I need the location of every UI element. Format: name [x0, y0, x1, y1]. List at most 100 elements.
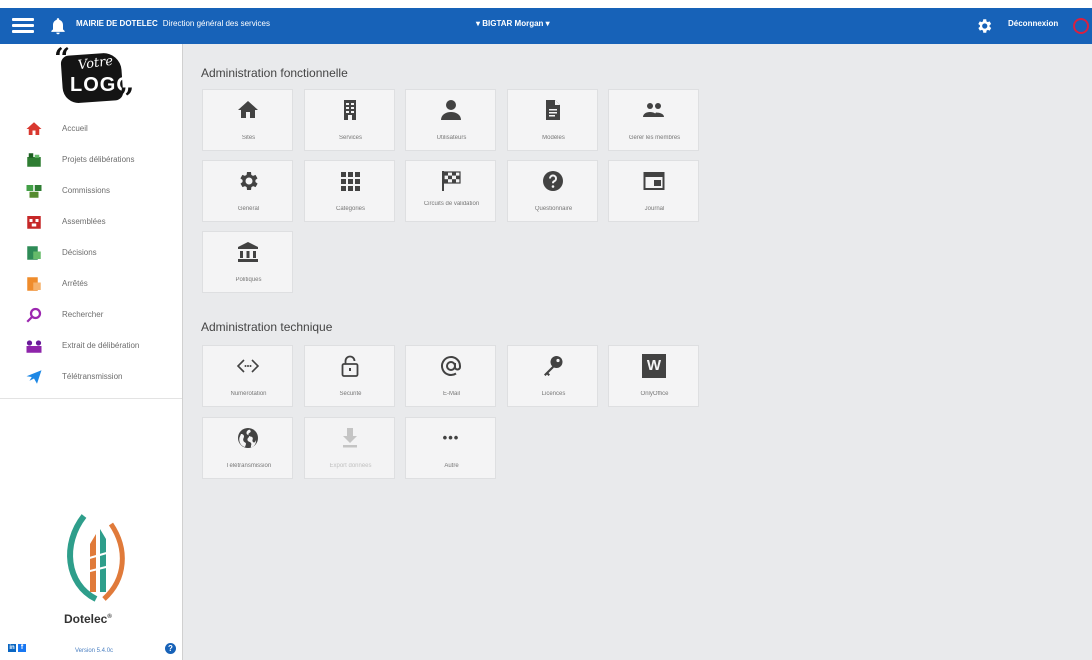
paper-plane-icon [26, 370, 42, 384]
user-icon [441, 100, 461, 120]
checkered-flag-icon [442, 171, 461, 191]
sidebar-item-label: Arrêtés [62, 279, 88, 288]
tile-label: Sites [241, 135, 256, 141]
organization-label: MAIRIE DE DOTELEC Direction général des s… [76, 19, 270, 28]
home-icon [26, 122, 42, 135]
tile-label: Sécurité [339, 391, 362, 397]
gear-icon [240, 172, 258, 190]
tile-label: Utilisateurs [436, 135, 467, 141]
sidebar-item-projets[interactable]: Projets délibérations [0, 145, 182, 176]
version-label: Version 5.4.0c [75, 648, 114, 654]
tile-export-donnees: Export données [304, 417, 395, 479]
sidebar-item-teletransmission[interactable]: Télétransmission [0, 362, 182, 393]
grid-icon [341, 172, 360, 191]
tile-utilisateurs[interactable]: Utilisateurs [405, 89, 496, 151]
tile-autre[interactable]: ••• Autre [405, 417, 496, 479]
sidebar-item-commissions[interactable]: Commissions [0, 176, 182, 207]
organization-name: MAIRIE DE DOTELEC [76, 19, 158, 28]
tile-modeles[interactable]: Modèles [507, 89, 598, 151]
customer-logo: “ Votre LOGO ” [54, 42, 134, 115]
sidebar-item-accueil[interactable]: Accueil [0, 114, 182, 145]
document-icon [546, 100, 560, 120]
power-icon[interactable] [1073, 18, 1089, 34]
tile-label: Numérotation [230, 391, 267, 397]
tile-label: Général [237, 206, 260, 212]
tile-label: Modèles [542, 135, 565, 141]
tile-label: Autre [444, 463, 459, 469]
tile-label: Gérer les membres [628, 135, 681, 141]
help-icon[interactable]: ? [165, 643, 176, 654]
hamburger-menu-icon[interactable] [12, 15, 34, 37]
tile-questionnaire[interactable]: Questionnaire [507, 160, 598, 222]
at-icon [441, 356, 461, 376]
decisions-icon [27, 246, 41, 260]
user-dropdown[interactable]: ▾ BIGTAR Morgan ▾ [476, 19, 550, 28]
sidebar-item-label: Accueil [62, 124, 88, 133]
tile-teletransmission[interactable]: Télétransmission [202, 417, 293, 479]
dotelec-emblem-icon [67, 514, 125, 602]
settings-gear-icon[interactable] [975, 17, 993, 35]
tile-label: Journal [644, 206, 665, 212]
sidebar-item-label: Projets délibérations [62, 155, 135, 164]
facebook-icon[interactable]: f [18, 644, 26, 652]
logout-link[interactable]: Déconnexion [1008, 19, 1058, 28]
section-title-technical: Administration technique [201, 320, 333, 334]
service-name: Direction général des services [162, 19, 270, 28]
tile-onlyoffice[interactable]: W OnlyOffice [608, 345, 699, 407]
extract-icon [26, 340, 42, 353]
orders-icon [27, 277, 41, 291]
tile-label: Questionnaire [534, 206, 573, 212]
sidebar-item-label: Commissions [62, 186, 111, 195]
tile-label: Services [338, 135, 362, 141]
tile-services[interactable]: Services [304, 89, 395, 151]
tile-label: Circuits de validation [423, 201, 480, 207]
tile-licences[interactable]: Licences [507, 345, 598, 407]
tile-journal[interactable]: Journal [608, 160, 699, 222]
building-icon [344, 100, 356, 120]
linkedin-icon[interactable]: in [8, 644, 16, 652]
tile-label: Licences [541, 391, 566, 397]
sidebar-item-arretes[interactable]: Arrêtés [0, 269, 182, 300]
code-icon [236, 359, 260, 373]
download-icon [343, 428, 357, 448]
registered-mark: ® [107, 614, 112, 620]
sidebar-item-extrait[interactable]: Extrait de délibération [0, 331, 182, 362]
tile-numerotation[interactable]: Numérotation [202, 345, 293, 407]
search-icon [26, 307, 42, 323]
word-icon: W [642, 354, 666, 378]
bell-icon[interactable] [48, 16, 68, 36]
tile-categories[interactable]: Catégories [304, 160, 395, 222]
commissions-icon [26, 185, 42, 198]
tile-securite[interactable]: Sécurité [304, 345, 395, 407]
tile-email[interactable]: E-Mail [405, 345, 496, 407]
section-title-functional: Administration fonctionnelle [201, 66, 348, 80]
assemblies-icon [27, 216, 41, 229]
sidebar-item-rechercher[interactable]: Rechercher [0, 300, 182, 331]
top-bar: MAIRIE DE DOTELEC Direction général des s… [0, 8, 1092, 44]
sidebar-item-assemblees[interactable]: Assemblées [0, 207, 182, 238]
dotelec-brand-logo: Dotelec® [56, 504, 136, 634]
tile-label: Catégories [335, 206, 365, 212]
sidebar-item-label: Rechercher [62, 310, 104, 319]
sidebar-divider [0, 398, 182, 399]
top-stripe [0, 0, 1092, 8]
tile-label: Politiques [235, 277, 262, 283]
question-icon [543, 171, 563, 191]
lock-icon [341, 355, 359, 377]
sidebar: “ Votre LOGO ” Accueil Projets délibérat… [0, 42, 183, 660]
tile-sites[interactable]: Sites [202, 89, 293, 151]
tile-circuits-validation[interactable]: Circuits de validation [405, 160, 496, 222]
tile-label: Télétransmission [225, 463, 272, 469]
sidebar-item-label: Décisions [62, 248, 97, 257]
tile-gerer-membres[interactable]: Gérer les membres [608, 89, 699, 151]
tile-general[interactable]: Général [202, 160, 293, 222]
tile-politiques[interactable]: Politiques [202, 231, 293, 293]
journal-icon [643, 172, 665, 190]
sidebar-item-decisions[interactable]: Décisions [0, 238, 182, 269]
projects-icon [27, 153, 41, 167]
tile-label: Export données [329, 463, 372, 469]
sidebar-item-label: Télétransmission [62, 372, 123, 381]
brand-name: Dotelec® [64, 612, 112, 626]
more-icon: ••• [442, 430, 460, 445]
tile-label: OnlyOffice [640, 391, 669, 397]
